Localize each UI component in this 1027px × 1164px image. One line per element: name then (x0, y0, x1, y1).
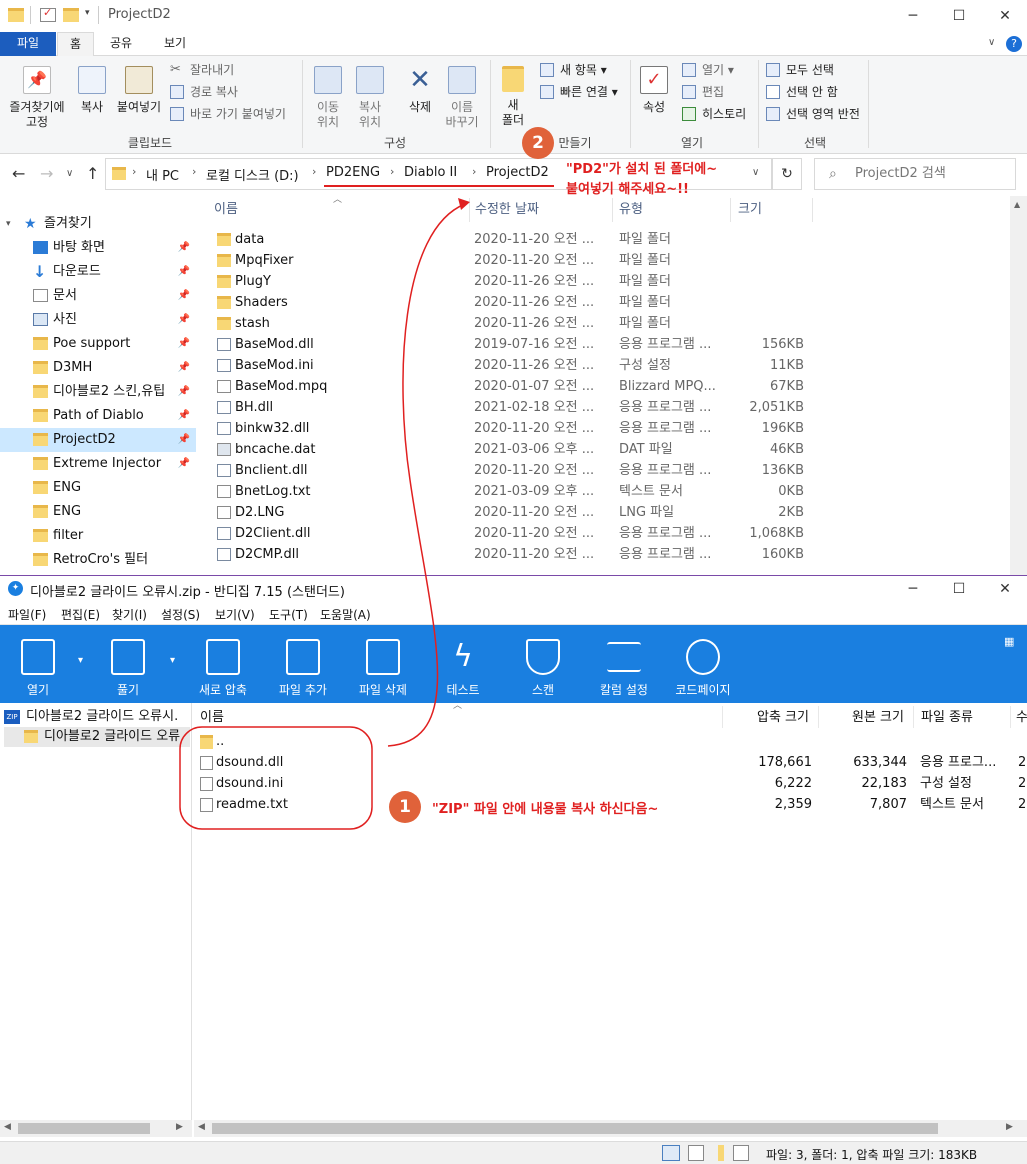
annotation-overlay (179, 198, 470, 830)
drag-arrow-path (387, 203, 466, 747)
arrow-head-icon (458, 198, 470, 210)
zip-files-highlight (179, 726, 373, 830)
step-2-badge: 2 (522, 127, 554, 159)
step-2-text-line1: "PD2"가 설치 된 폴더에~ (566, 162, 718, 177)
step-2-text-line2: 붙여넣기 해주세요~!! (566, 182, 689, 197)
step-1-badge: 1 (389, 791, 421, 823)
step-1-text: "ZIP" 파일 안에 내용물 복사 하신다음~ (432, 802, 659, 817)
